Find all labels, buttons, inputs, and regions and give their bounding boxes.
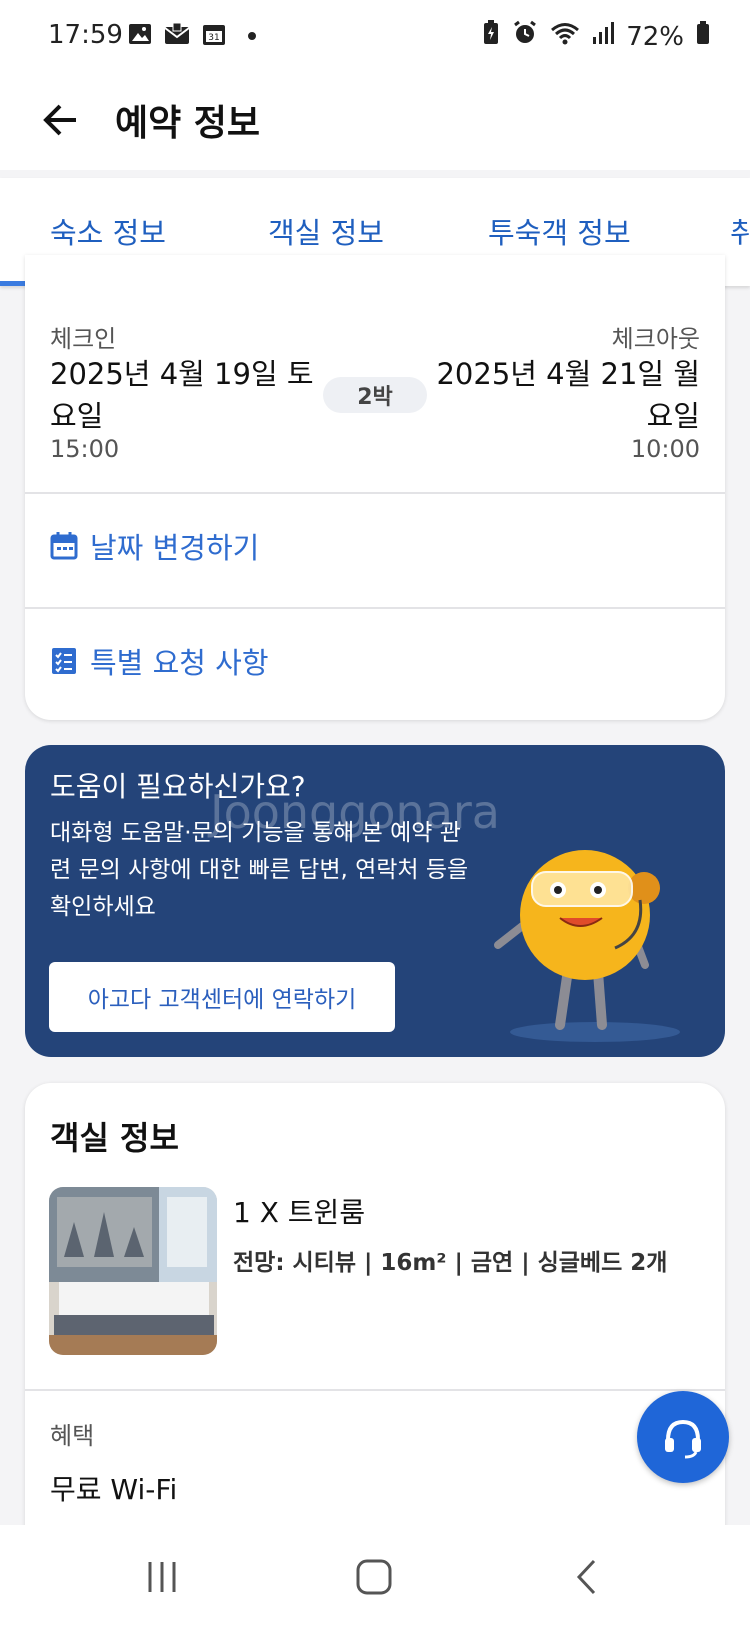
home-button[interactable] — [349, 1557, 399, 1597]
mascot-illustration — [494, 850, 680, 1042]
checkout-label: 체크아웃 — [611, 325, 700, 353]
chevron-left-icon — [576, 1559, 596, 1595]
status-bar: 17:59 31 72% — [0, 0, 750, 70]
special-request-button[interactable]: 특별 요청 사항 — [50, 640, 269, 682]
recents-icon — [148, 1562, 176, 1592]
help-banner: 도움이 필요하신가요? 대화형 도움말·문의 기능을 통해 본 예약 관련 문의… — [25, 745, 725, 1057]
change-date-button[interactable]: 날짜 변경하기 — [50, 525, 259, 567]
home-icon — [356, 1559, 392, 1595]
contact-support-button[interactable]: 아고다 고객센터에 연락하기 — [49, 962, 395, 1032]
benefit-value: 무료 Wi-Fi — [50, 1473, 178, 1506]
special-request-label: 특별 요청 사항 — [90, 646, 269, 680]
app-bar: 예약 정보 — [0, 70, 750, 170]
battery-saver-icon — [482, 20, 500, 53]
room-section-title: 객실 정보 — [50, 1119, 179, 1157]
checkout-time: 10:00 — [630, 435, 700, 463]
back-button[interactable] — [30, 90, 90, 150]
tab-guest-info[interactable]: 투숙객 정보 — [488, 210, 631, 252]
checkout-date-line1: 2025년 4월 21일 월 — [436, 357, 700, 391]
page-title: 예약 정보 — [115, 103, 261, 144]
room-name: 1 X 트윈룸 — [233, 1196, 366, 1229]
room-photo[interactable] — [49, 1187, 217, 1355]
tab-cancel[interactable]: 취 — [730, 210, 750, 252]
status-right: 72% — [482, 20, 710, 53]
checkin-date-line2: 요일 — [50, 399, 104, 433]
checklist-icon — [52, 648, 76, 674]
image-icon — [128, 22, 152, 50]
signal-icon — [592, 21, 615, 52]
checkout-date-line2: 요일 — [646, 399, 700, 433]
battery-icon — [696, 21, 710, 52]
calendar-icon — [50, 532, 78, 560]
room-info-card: 객실 정보 1 X 트윈룸 전망: 시티뷰 | 16m² | 금연 | 싱글베드… — [25, 1083, 725, 1553]
battery-percent: 72% — [626, 21, 684, 52]
tab-room-info[interactable]: 객실 정보 — [268, 210, 384, 252]
status-left-icons: 31 — [128, 22, 256, 50]
system-nav-bar — [0, 1525, 750, 1625]
room-specs: 전망: 시티뷰 | 16m² | 금연 | 싱글베드 2개 — [233, 1250, 668, 1276]
checkin-label: 체크인 — [50, 325, 117, 353]
headset-icon — [665, 1419, 701, 1459]
room-photo-image — [49, 1187, 217, 1355]
status-time: 17:59 — [48, 20, 123, 50]
alarm-icon — [512, 20, 538, 53]
benefit-label: 혜택 — [50, 1422, 95, 1450]
divider — [25, 1389, 725, 1391]
arrow-left-icon — [43, 104, 76, 136]
mail-icon — [164, 22, 190, 50]
divider — [25, 492, 725, 494]
calendar-icon: 31 — [202, 22, 226, 50]
stay-dates-card: 체크인 2025년 4월 19일 토 요일 15:00 2박 체크아웃 2025… — [25, 255, 725, 720]
nav-back-button[interactable] — [562, 1557, 612, 1597]
recents-button[interactable] — [137, 1557, 187, 1597]
change-date-label: 날짜 변경하기 — [90, 531, 260, 565]
svg-text:31: 31 — [208, 33, 219, 43]
checkin-date-line1: 2025년 4월 19일 토 — [50, 357, 314, 391]
notification-dot-icon — [248, 32, 256, 40]
watermark: Joonggonara — [210, 785, 500, 839]
support-chat-button[interactable] — [637, 1391, 729, 1483]
checkin-time: 15:00 — [50, 435, 120, 463]
nights-badge: 2박 — [323, 377, 427, 413]
tab-property-info[interactable]: 숙소 정보 — [50, 210, 166, 252]
divider — [25, 607, 725, 609]
wifi-icon — [550, 21, 580, 52]
